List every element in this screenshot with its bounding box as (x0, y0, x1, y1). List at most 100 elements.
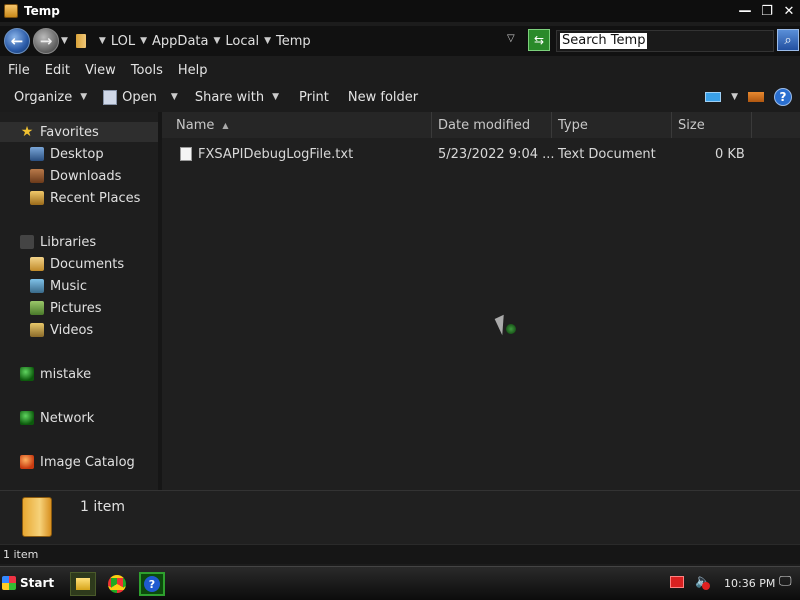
sidebar-item-label: mistake (40, 366, 92, 382)
file-size: 0 KB (715, 147, 745, 162)
menu-help[interactable]: Help (178, 63, 208, 78)
recent-pages-dropdown[interactable]: ▼ (61, 36, 68, 46)
minimize-button[interactable]: — (734, 0, 756, 22)
column-header-size[interactable]: Size (672, 112, 752, 138)
item-count: 1 item (80, 499, 125, 515)
column-header-label: Date modified (438, 117, 531, 133)
search-button[interactable]: ⌕ (777, 29, 799, 51)
menu-file[interactable]: File (8, 63, 30, 78)
taskbar-help-button[interactable]: ? (139, 572, 165, 596)
share-with-label: Share with (194, 89, 265, 105)
sidebar-item-label: Pictures (50, 300, 102, 316)
pictures-icon (30, 301, 44, 315)
menu-bar: File Edit View Tools Help (0, 58, 800, 82)
sidebar-item-recent-places[interactable]: Recent Places (30, 188, 140, 208)
file-list-pane: Name ▲ Date modified Type Size FXSAPIDeb… (162, 112, 800, 490)
breadcrumb-item-local[interactable]: Local (225, 34, 259, 49)
preview-pane-icon[interactable] (748, 92, 764, 102)
show-desktop-icon[interactable]: 🖵 (779, 574, 792, 589)
file-date-modified: 5/23/2022 9:04 ... (438, 147, 555, 162)
busy-cursor-icon (506, 324, 516, 334)
help-icon[interactable]: ? (774, 88, 792, 106)
search-box[interactable]: Search Temp (556, 30, 774, 52)
taskbar: Start ? 🔈 10:36 PM 🖵 (0, 566, 800, 600)
forward-arrow-icon: → (39, 32, 53, 50)
taskbar-chrome-button[interactable] (104, 572, 130, 596)
back-arrow-icon: ← (10, 32, 24, 50)
refresh-button[interactable]: ⇆ (528, 29, 550, 51)
sidebar-item-pictures[interactable]: Pictures (30, 298, 101, 318)
sidebar-item-libraries[interactable]: Libraries (20, 232, 96, 252)
column-header-type[interactable]: Type (552, 112, 672, 138)
title-bar: Temp — ❐ ✕ (0, 0, 800, 22)
documents-icon (30, 257, 44, 271)
desktop-icon (30, 147, 44, 161)
breadcrumb-item-lol[interactable]: LOL (111, 34, 135, 49)
recent-places-icon (30, 191, 44, 205)
status-bar: 1 item (0, 544, 800, 564)
change-view-icon[interactable] (705, 92, 722, 102)
open-label: Open (122, 89, 157, 105)
search-icon: ⌕ (784, 32, 792, 48)
menu-view[interactable]: View (85, 63, 116, 78)
sidebar-item-favorites[interactable]: ★ Favorites (0, 122, 158, 142)
organize-label: Organize (14, 89, 73, 105)
share-with-button[interactable]: Share with ▼ (195, 90, 279, 105)
folder-icon (22, 497, 52, 537)
action-center-icon[interactable] (670, 576, 684, 588)
chevron-down-icon[interactable]: ▼ (171, 92, 178, 102)
file-name[interactable]: FXSAPIDebugLogFile.txt (198, 147, 353, 162)
menu-edit[interactable]: Edit (45, 63, 70, 78)
sidebar-item-image-catalog[interactable]: Image Catalog (20, 452, 135, 472)
open-button[interactable]: Open ▼ (103, 89, 178, 105)
column-header-date-modified[interactable]: Date modified (432, 112, 552, 138)
sidebar-item-label: Image Catalog (40, 454, 135, 470)
sidebar-item-documents[interactable]: Documents (30, 254, 124, 274)
status-item-count: 1 item (3, 548, 39, 561)
chevron-down-icon[interactable]: ▼ (213, 36, 220, 46)
clock[interactable]: 10:36 PM (724, 577, 775, 590)
help-icon: ? (144, 576, 160, 592)
sidebar-item-network[interactable]: Network (20, 408, 94, 428)
breadcrumb[interactable]: ▼ LOL ▼ AppData ▼ Local ▼ Temp (75, 29, 526, 53)
breadcrumb-item-appdata[interactable]: AppData (152, 34, 208, 49)
print-button[interactable]: Print (299, 90, 329, 105)
sidebar-item-label: Recent Places (50, 190, 141, 206)
sidebar-item-mistake[interactable]: mistake (20, 364, 91, 384)
sidebar-item-music[interactable]: Music (30, 276, 87, 296)
restore-button[interactable]: ❐ (756, 0, 778, 22)
table-row[interactable]: FXSAPIDebugLogFile.txt 5/23/2022 9:04 ..… (162, 145, 800, 165)
chrome-icon (108, 575, 126, 593)
folder-icon (76, 578, 90, 590)
print-label: Print (298, 89, 329, 105)
organize-button[interactable]: Organize ▼ (14, 90, 87, 105)
text-file-icon (180, 147, 192, 161)
sort-ascending-icon: ▲ (222, 120, 229, 130)
start-button[interactable]: Start (2, 571, 54, 595)
menu-tools[interactable]: Tools (131, 63, 163, 78)
sidebar-item-videos[interactable]: Videos (30, 320, 93, 340)
taskbar-explorer-button[interactable] (70, 572, 96, 596)
music-icon (30, 279, 44, 293)
chevron-down-icon[interactable]: ▼ (731, 92, 738, 102)
libraries-icon (20, 235, 34, 249)
back-button[interactable]: ← (4, 28, 30, 54)
start-label: Start (20, 576, 55, 590)
forward-button[interactable]: → (33, 28, 59, 54)
chevron-down-icon[interactable]: ▼ (99, 36, 106, 46)
column-header-label: Size (678, 117, 705, 133)
column-header-name[interactable]: Name ▲ (162, 112, 432, 138)
close-button[interactable]: ✕ (778, 0, 800, 22)
address-history-dropdown[interactable]: ▽ (507, 33, 515, 44)
chevron-down-icon[interactable]: ▼ (140, 36, 147, 46)
breadcrumb-item-temp[interactable]: Temp (276, 34, 311, 49)
sidebar-item-label: Music (50, 278, 87, 294)
new-folder-button[interactable]: New folder (348, 90, 418, 105)
sidebar-item-label: Documents (50, 256, 125, 272)
videos-icon (30, 323, 44, 337)
chevron-down-icon[interactable]: ▼ (264, 36, 271, 46)
sidebar-item-downloads[interactable]: Downloads (30, 166, 121, 186)
folder-icon (4, 4, 18, 18)
search-input[interactable]: Search Temp (560, 33, 648, 49)
sidebar-item-desktop[interactable]: Desktop (30, 144, 104, 164)
